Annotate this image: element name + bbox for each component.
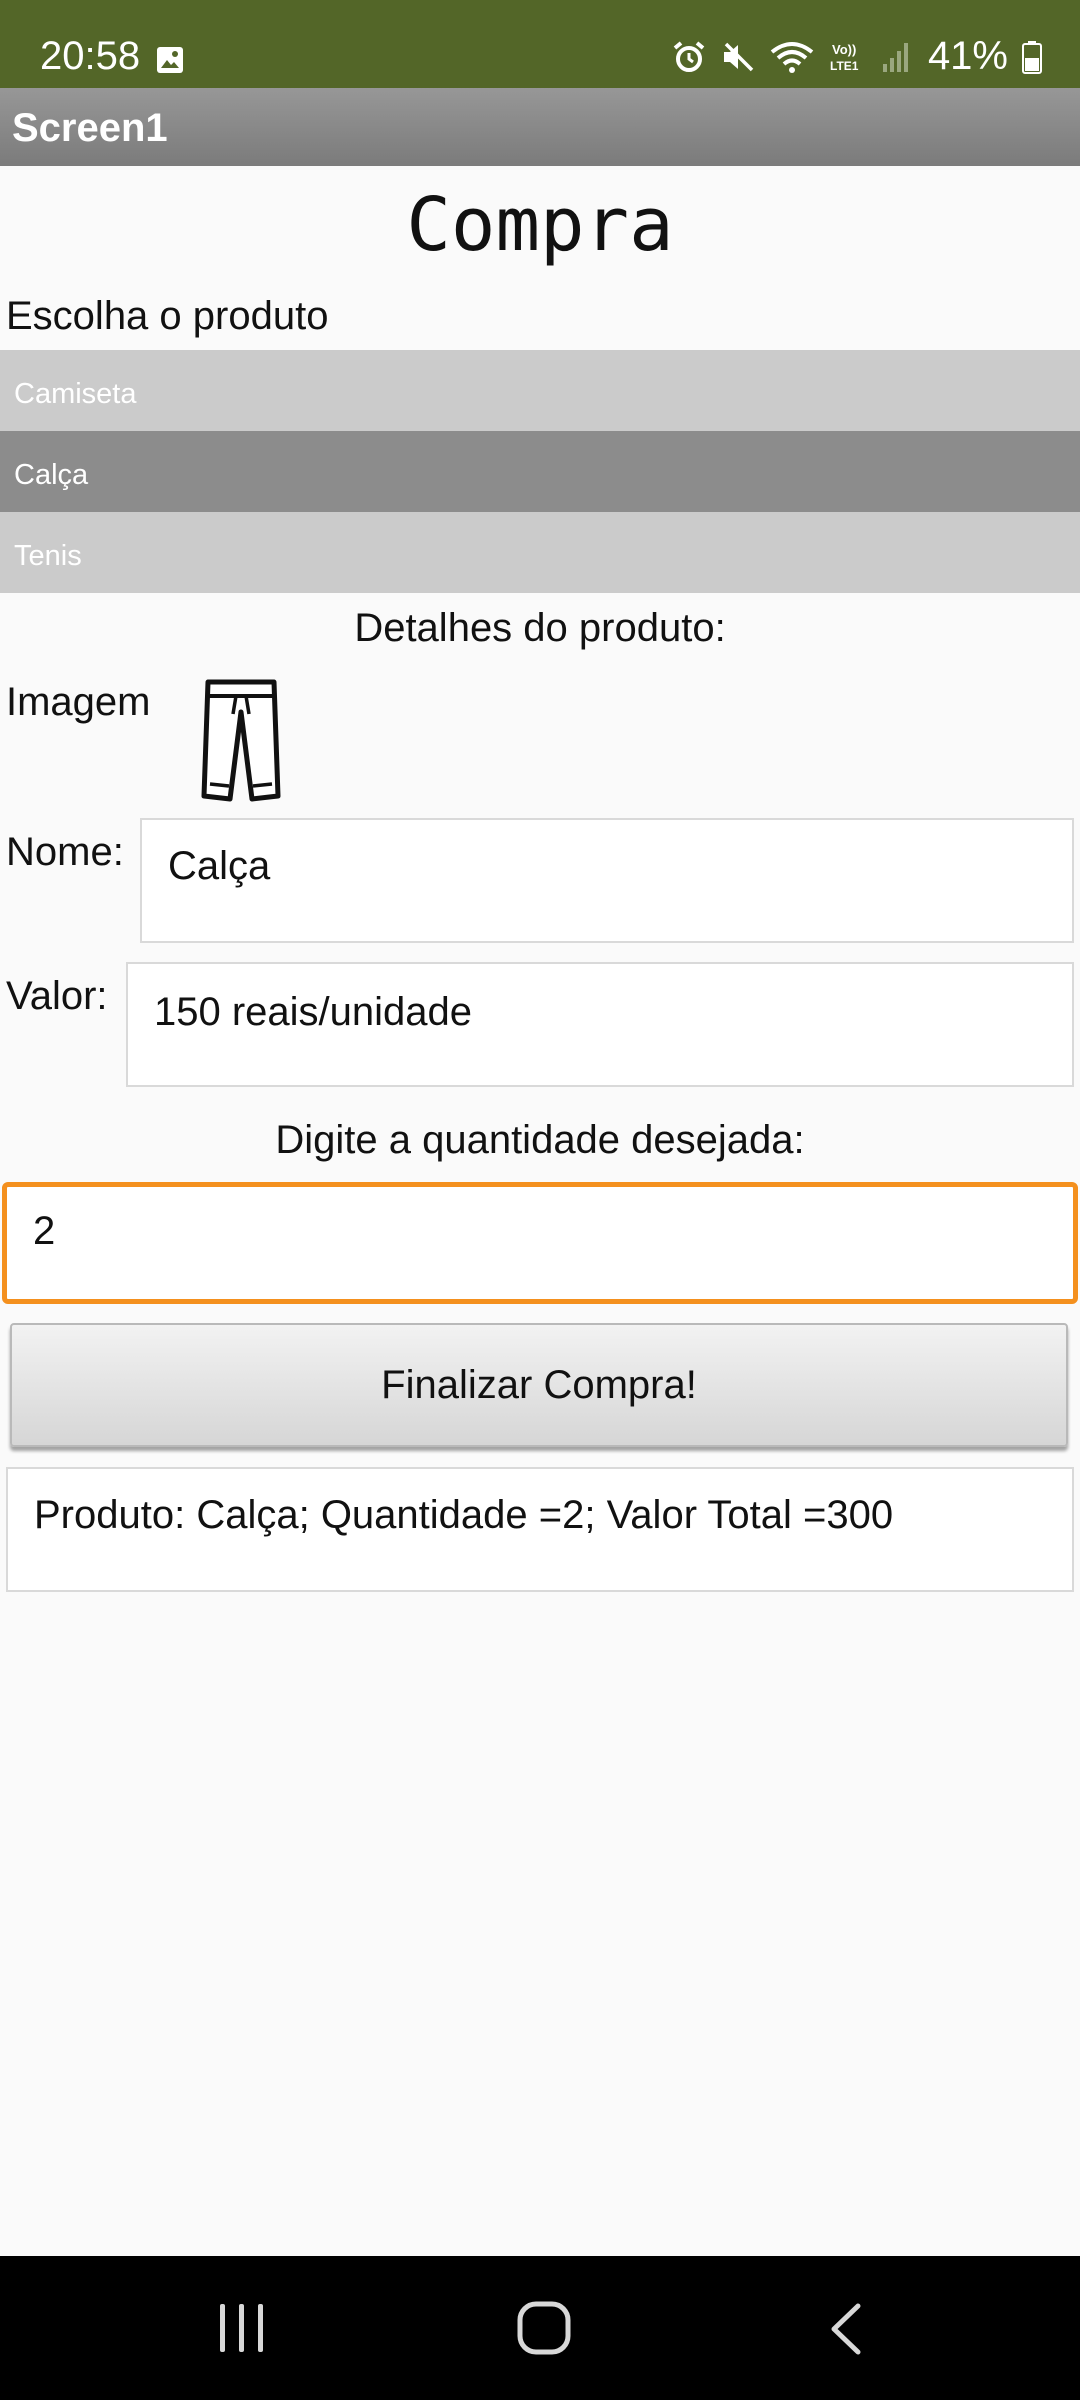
list-item-calca[interactable]: Calça bbox=[0, 431, 1080, 512]
pants-icon bbox=[201, 679, 281, 802]
gallery-icon bbox=[157, 47, 183, 73]
alarm-icon bbox=[673, 40, 705, 72]
status-icons: Vo)) LTE1 41% bbox=[672, 34, 1042, 79]
page-title: Compra bbox=[406, 182, 674, 268]
finish-purchase-label: Finalizar Compra! bbox=[381, 1362, 697, 1407]
recent-apps-icon[interactable] bbox=[216, 2302, 268, 2354]
back-icon[interactable] bbox=[826, 2302, 866, 2356]
signal-icon bbox=[882, 42, 908, 72]
quantity-input[interactable]: 2 bbox=[2, 1182, 1078, 1304]
battery-percent: 41% bbox=[927, 34, 1008, 78]
status-time: 20:58 bbox=[40, 34, 141, 78]
volte-icon: Vo)) LTE1 bbox=[830, 42, 859, 73]
price-value: 150 reais/unidade bbox=[154, 990, 473, 1034]
svg-text:LTE1: LTE1 bbox=[830, 59, 859, 73]
status-bar: 20:58 Vo)) LTE1 41% bbox=[0, 0, 1080, 88]
image-label: Imagem bbox=[6, 680, 151, 724]
quantity-prompt: Digite a quantidade desejada: bbox=[275, 1118, 805, 1162]
quantity-value: 2 bbox=[33, 1209, 56, 1253]
list-item-tenis[interactable]: Tenis bbox=[0, 512, 1080, 593]
list-item-camiseta[interactable]: Camiseta bbox=[0, 350, 1080, 431]
choose-product-label: Escolha o produto bbox=[6, 294, 329, 338]
details-label: Detalhes do produto: bbox=[354, 606, 726, 650]
name-value: Calça bbox=[168, 844, 271, 888]
result-text: Produto: Calça; Quantidade =2; Valor Tot… bbox=[34, 1493, 894, 1537]
navigation-bar bbox=[0, 2256, 1080, 2400]
svg-text:Vo)): Vo)) bbox=[832, 42, 856, 57]
name-field: Calça bbox=[140, 818, 1074, 943]
price-label: Valor: bbox=[6, 974, 108, 1018]
name-label: Nome: bbox=[6, 830, 124, 874]
app-title: Screen1 bbox=[12, 106, 168, 150]
mute-icon bbox=[723, 42, 754, 71]
home-icon[interactable] bbox=[516, 2300, 572, 2356]
price-field: 150 reais/unidade bbox=[126, 962, 1074, 1087]
battery-icon bbox=[1022, 40, 1042, 74]
finish-purchase-button[interactable]: Finalizar Compra! bbox=[10, 1323, 1068, 1447]
app-bar: Screen1 bbox=[0, 88, 1080, 166]
wifi-icon bbox=[770, 41, 814, 73]
result-field: Produto: Calça; Quantidade =2; Valor Tot… bbox=[6, 1467, 1074, 1592]
